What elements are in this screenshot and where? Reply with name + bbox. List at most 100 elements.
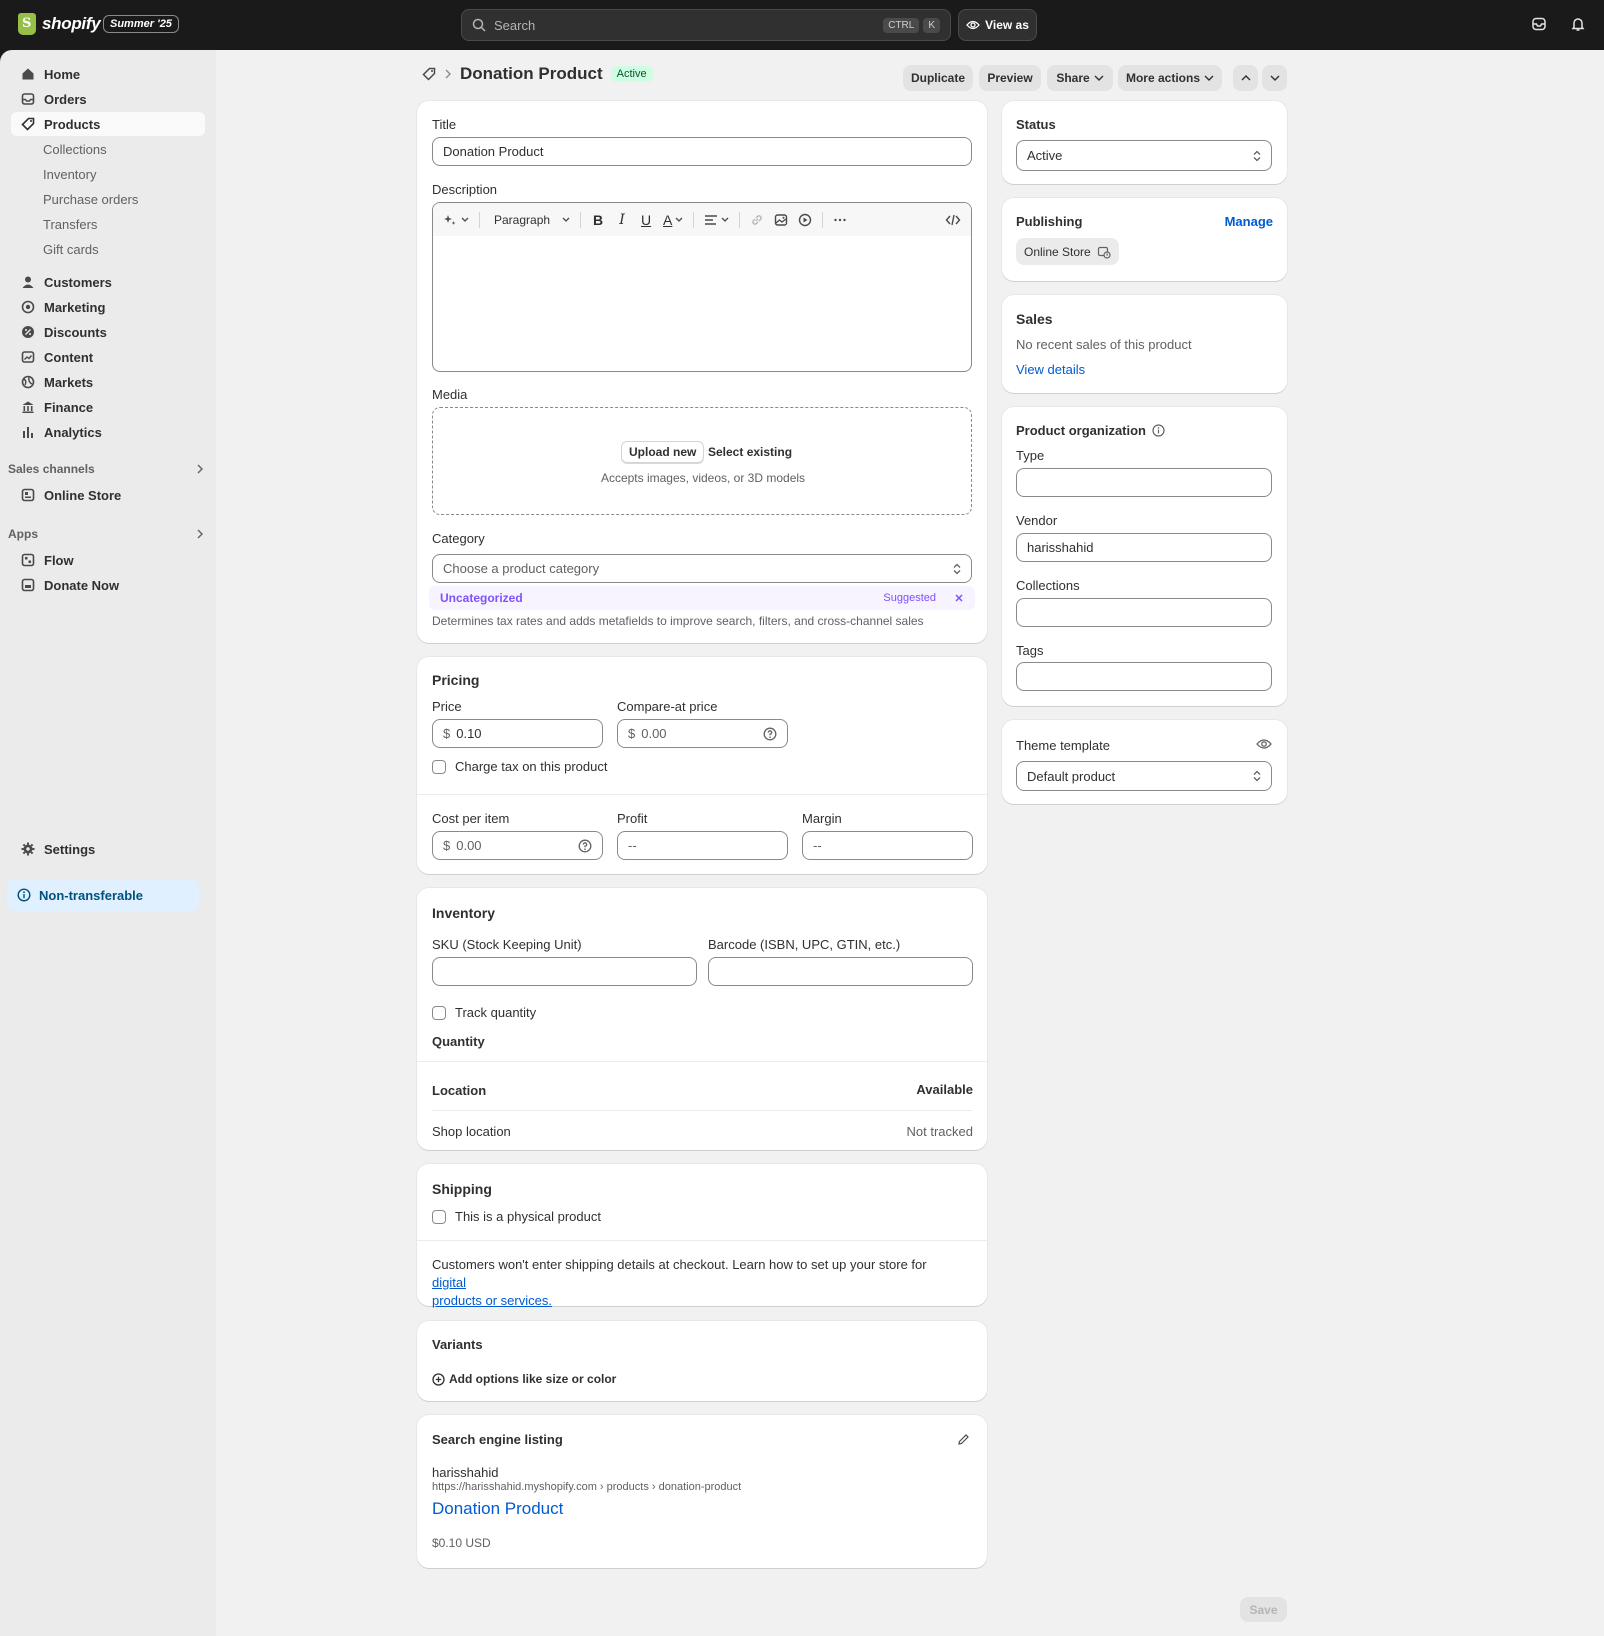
preview-button[interactable]: Preview xyxy=(979,65,1041,91)
more-horizontal-icon[interactable] xyxy=(833,213,847,227)
digital-products-link[interactable]: digital xyxy=(432,1275,466,1290)
code-icon[interactable] xyxy=(945,213,961,227)
duplicate-button[interactable]: Duplicate xyxy=(903,65,973,91)
currency-symbol: $ xyxy=(443,726,451,741)
search-bar[interactable]: Search CTRL K xyxy=(461,9,951,41)
sidebar-subitem-purchase-orders[interactable]: Purchase orders xyxy=(43,192,138,207)
upload-new-button[interactable]: Upload new xyxy=(621,441,705,463)
share-button[interactable]: Share xyxy=(1047,65,1113,91)
track-quantity-checkbox[interactable] xyxy=(432,1006,446,1020)
tags-input[interactable] xyxy=(1016,662,1272,691)
sidebar-item-markets[interactable]: Markets xyxy=(11,370,205,394)
sidebar-item-products[interactable]: Products xyxy=(11,112,205,136)
bank-icon xyxy=(22,401,34,413)
breadcrumb-chevron-icon xyxy=(445,69,451,79)
sidebar-item-analytics[interactable]: Analytics xyxy=(11,420,205,444)
sidebar-item-online-store[interactable]: Online Store xyxy=(11,483,205,507)
digital-products-link-cont[interactable]: products or services. xyxy=(432,1293,552,1308)
underline-button[interactable]: U xyxy=(639,212,653,228)
cost-per-item-input[interactable]: $ 0.00 xyxy=(432,831,603,860)
sidebar-item-flow[interactable]: Flow xyxy=(11,548,205,572)
select-existing-button[interactable]: Select existing xyxy=(708,445,792,459)
description-editor[interactable]: Paragraph B I U A xyxy=(432,202,972,372)
sales-channels-label: Sales channels xyxy=(8,462,95,476)
vendor-input[interactable]: harisshahid xyxy=(1016,533,1272,562)
physical-product-checkbox[interactable] xyxy=(432,1210,446,1224)
theme-template-select[interactable]: Default product xyxy=(1016,761,1272,791)
category-suggestion[interactable]: Uncategorized Suggested xyxy=(429,586,975,610)
edit-pencil-icon[interactable] xyxy=(957,1433,970,1446)
save-button[interactable]: Save xyxy=(1240,1597,1287,1622)
sidebar-item-customers[interactable]: Customers xyxy=(11,270,205,294)
chevron-down-icon xyxy=(1094,75,1104,81)
help-icon[interactable] xyxy=(763,727,777,741)
bold-button[interactable]: B xyxy=(591,212,605,228)
toolbar-divider xyxy=(739,211,741,228)
non-transferable-banner[interactable]: Non-transferable xyxy=(7,879,199,911)
status-badge: Active xyxy=(610,66,653,82)
inbox-icon[interactable] xyxy=(1531,16,1547,32)
sales-card: Sales No recent sales of this product Vi… xyxy=(1002,295,1287,393)
compare-price-input[interactable]: $ 0.00 xyxy=(617,719,788,748)
eye-icon[interactable] xyxy=(1256,738,1272,750)
text-color-button[interactable]: A xyxy=(663,212,683,228)
chevron-up-icon xyxy=(1241,75,1250,81)
price-input[interactable]: $ 0.10 xyxy=(432,719,603,748)
image-icon[interactable] xyxy=(774,213,788,227)
video-icon[interactable] xyxy=(798,213,812,227)
manage-link[interactable]: Manage xyxy=(1225,214,1273,229)
type-input[interactable] xyxy=(1016,468,1272,497)
edition-badge[interactable]: Summer '25 xyxy=(103,15,179,33)
align-button[interactable] xyxy=(704,214,729,226)
info-icon xyxy=(17,888,31,902)
sidebar-subitem-transfers[interactable]: Transfers xyxy=(43,217,97,232)
sidebar-item-marketing[interactable]: Marketing xyxy=(11,295,205,319)
info-icon[interactable] xyxy=(1152,424,1165,437)
italic-button[interactable]: I xyxy=(615,212,629,228)
physical-product-label: This is a physical product xyxy=(455,1209,601,1224)
kbd-k: K xyxy=(923,17,940,33)
sidebar-item-donate-now[interactable]: Donate Now xyxy=(11,573,205,597)
sales-channels-section[interactable]: Sales channels xyxy=(8,462,204,476)
previous-product-button[interactable] xyxy=(1233,65,1258,91)
collections-input[interactable] xyxy=(1016,598,1272,627)
more-actions-button[interactable]: More actions xyxy=(1118,65,1222,91)
title-input[interactable]: Donation Product xyxy=(432,137,972,166)
sku-input[interactable] xyxy=(432,957,697,986)
sidebar-item-label: Orders xyxy=(44,91,87,107)
sidebar-subitem-gift-cards[interactable]: Gift cards xyxy=(43,242,99,257)
sidebar-subitem-collections[interactable]: Collections xyxy=(43,142,107,157)
inventory-card: Inventory SKU (Stock Keeping Unit) Barco… xyxy=(417,888,987,1150)
apps-section[interactable]: Apps xyxy=(8,527,204,541)
ai-magic-button[interactable] xyxy=(443,213,469,227)
sidebar-item-discounts[interactable]: Discounts xyxy=(11,320,205,344)
shopify-logo[interactable]: shopify xyxy=(18,13,101,35)
paragraph-label: Paragraph xyxy=(494,212,551,227)
sidebar-item-home[interactable]: Home xyxy=(11,62,205,86)
barcode-input[interactable] xyxy=(708,957,973,986)
paragraph-format-select[interactable]: Paragraph xyxy=(494,213,570,227)
sidebar-item-orders[interactable]: Orders xyxy=(11,87,205,111)
sidebar-subitem-inventory[interactable]: Inventory xyxy=(43,167,96,182)
available-column-header[interactable]: Available xyxy=(916,1082,973,1097)
shipping-card: Shipping This is a physical product Cust… xyxy=(417,1164,987,1308)
next-product-button[interactable] xyxy=(1262,65,1287,91)
bell-icon[interactable] xyxy=(1570,16,1586,32)
online-store-channel-badge[interactable]: Online Store xyxy=(1016,238,1119,265)
view-details-link[interactable]: View details xyxy=(1016,362,1085,377)
status-select[interactable]: Active xyxy=(1016,140,1272,171)
charge-tax-checkbox[interactable] xyxy=(432,760,446,774)
media-dropzone[interactable]: Upload new Select existing Accepts image… xyxy=(432,407,972,515)
publishing-card: Publishing Manage Online Store xyxy=(1002,198,1287,281)
sidebar-item-finance[interactable]: Finance xyxy=(11,395,205,419)
sidebar-item-content[interactable]: Content xyxy=(11,345,205,369)
tag-icon[interactable] xyxy=(422,67,436,81)
help-icon[interactable] xyxy=(578,839,592,853)
view-as-button[interactable]: View as xyxy=(958,9,1037,41)
close-icon[interactable] xyxy=(954,593,964,603)
link-icon[interactable] xyxy=(750,213,764,227)
add-options-button[interactable]: Add options like size or color xyxy=(432,1372,616,1386)
sidebar-item-settings[interactable]: Settings xyxy=(11,837,205,861)
media-label: Media xyxy=(432,387,468,402)
category-select[interactable]: Choose a product category xyxy=(432,554,972,583)
